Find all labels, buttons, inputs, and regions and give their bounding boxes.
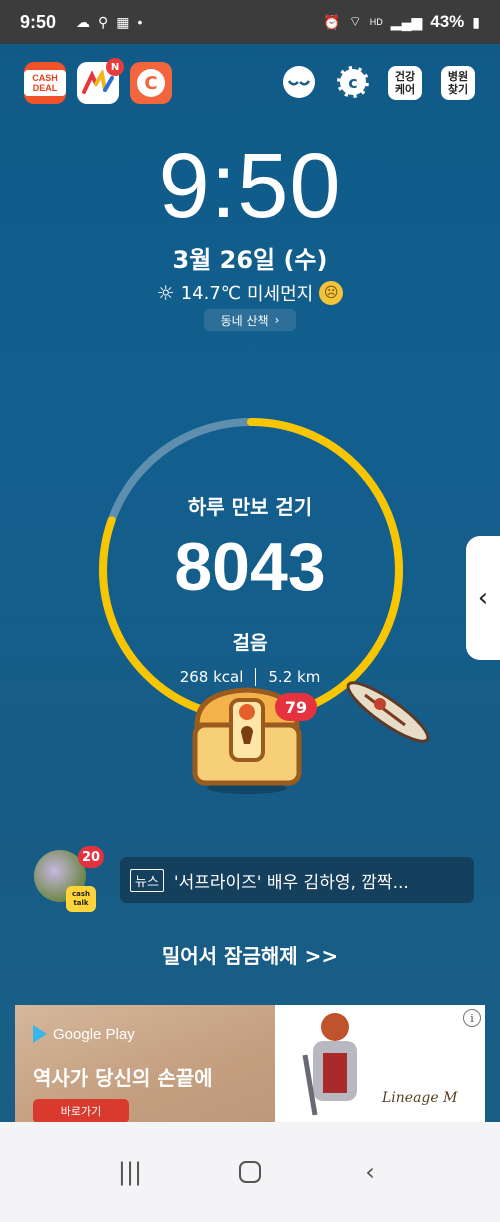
mask-icon[interactable] (283, 66, 315, 98)
swipe-to-unlock[interactable]: 밀어서 잠금해제 >> (0, 940, 500, 969)
lock-date: 3월 26일 (수) (172, 246, 328, 274)
step-count: 8043 (174, 529, 326, 605)
chevron-left-icon: ‹ (477, 583, 489, 613)
cashwalk-app-icon[interactable]: C (130, 62, 172, 104)
ad-banner[interactable]: Google Play 역사가 당신의 손끝에 바로가기 Lineage M i (15, 1005, 485, 1123)
temperature: 14.7℃ (180, 282, 241, 304)
signal-icon: ▂▄▆ (390, 13, 423, 30)
coin-c-icon[interactable]: c (337, 66, 369, 98)
surfer-icon (346, 681, 430, 743)
cashtalk-badge: 20 (78, 846, 104, 868)
steps-unit: 걸음 (232, 632, 268, 654)
health-care-button[interactable]: 건강 케어 (388, 66, 422, 100)
lineage-logo: Lineage M (382, 1090, 458, 1106)
chevron-right-icon: › (274, 313, 280, 327)
side-drawer-tab[interactable]: ‹ (466, 536, 500, 660)
dot-icon: • (137, 13, 143, 30)
news-banner[interactable]: 뉴스 '서프라이즈' 배우 김하영, 깜짝... (120, 857, 474, 903)
home-icon (239, 1161, 261, 1183)
warrior-image (302, 1013, 357, 1116)
steps-title: 하루 만보 걷기 (187, 495, 313, 519)
shopping-app-icon[interactable]: N (77, 58, 124, 104)
cashdeal-app-icon[interactable]: CASH DEAL (24, 62, 66, 104)
info-icon[interactable]: i (463, 1009, 481, 1027)
alarm-icon: ⏰ (323, 13, 341, 30)
hd-voice-icon: HD (369, 16, 383, 27)
puzzle-icon: ⚲ (98, 13, 109, 30)
cashtalk-button[interactable]: 20 cash talk (34, 846, 104, 914)
clock-time: 9:50 (158, 135, 342, 237)
recent-apps-icon[interactable]: ||| (110, 1152, 150, 1192)
neighborhood-walk-button[interactable]: 동네 산책 › (204, 309, 296, 331)
notification-badge: N (106, 58, 124, 76)
google-play-icon (33, 1025, 47, 1043)
status-bar: 9:50 ☁ ⚲ ▦ • ⏰ ⌔ HD ▂▄▆ 43% ▮ (0, 0, 500, 44)
sad-face-icon: ☹ (319, 281, 344, 305)
walk-label: 동네 산책 (220, 313, 269, 328)
home-button[interactable] (230, 1152, 270, 1192)
calendar-icon: ▦ (116, 13, 130, 30)
hospital-find-button[interactable]: 병원 찾기 (441, 66, 475, 100)
cashdeal-label: CASH DEAL (24, 70, 66, 96)
cashwalk-logo-icon: C (137, 69, 165, 97)
sun-icon: ☼ (156, 281, 175, 305)
navigation-bar: ||| ‹ (0, 1122, 500, 1222)
ad-title: 역사가 당신의 손끝에 (33, 1066, 213, 1090)
google-play-text: Google Play (53, 1025, 135, 1043)
lock-clock: 9:50 (0, 132, 500, 239)
dust-label: 미세먼지 (246, 284, 314, 305)
wifi-icon: ⌔ (348, 13, 362, 29)
news-tag: 뉴스 (130, 868, 164, 892)
google-play-label: Google Play (33, 1025, 135, 1043)
news-headline: '서프라이즈' 배우 김하영, 깜짝... (173, 872, 409, 893)
back-icon[interactable]: ‹ (350, 1152, 390, 1192)
battery-icon: ▮ (472, 13, 480, 30)
battery-percent: 43% (430, 12, 465, 31)
status-time: 9:50 (20, 11, 57, 32)
ad-cta-button[interactable]: 바로가기 (33, 1099, 129, 1123)
cloud-icon: ☁ (76, 13, 91, 30)
reward-badge: 79 (275, 693, 317, 721)
cashtalk-logo: cash talk (66, 886, 96, 912)
weather-row[interactable]: ☼ 14.7℃ 미세먼지 ☹ (0, 280, 500, 306)
